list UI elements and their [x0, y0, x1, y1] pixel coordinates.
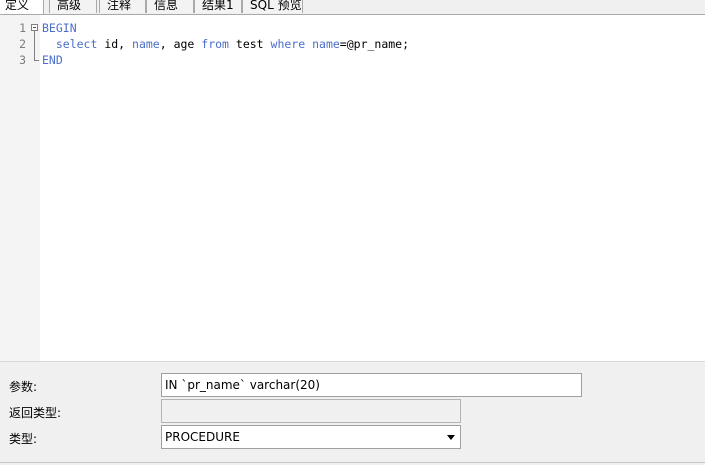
line-number: 3: [19, 53, 26, 67]
line-number: 2: [19, 37, 26, 51]
params-value: IN `pr_name` varchar(20): [165, 378, 320, 392]
type-select-value: PROCEDURE: [165, 430, 240, 444]
tab-label: 结果1: [202, 0, 234, 12]
code-line: select id, name, age from test where nam…: [42, 36, 409, 52]
type-label: 类型:: [9, 432, 38, 446]
fold-guide-line: [34, 31, 35, 60]
sql-keyword: from: [201, 37, 229, 51]
return-type-label: 返回类型:: [9, 406, 62, 420]
tab-label: 高级: [57, 0, 82, 12]
dropdown-arrow-icon[interactable]: [447, 435, 455, 440]
tab-comment[interactable]: 注释: [99, 0, 146, 13]
sql-editor[interactable]: 1 2 3 BEGIN select id, name, age from te…: [0, 15, 705, 361]
tab-advanced[interactable]: 高级: [49, 0, 97, 13]
tab-label: 注释: [107, 0, 132, 12]
sql-keyword: name: [312, 37, 340, 51]
return-type-input: [161, 399, 461, 423]
sql-text: , age: [159, 37, 202, 51]
tab-definition[interactable]: 定义: [0, 0, 44, 14]
sql-keyword: END: [42, 53, 63, 67]
line-number: 1: [19, 21, 26, 35]
sql-keyword: BEGIN: [42, 21, 77, 35]
type-select[interactable]: PROCEDURE: [161, 425, 461, 449]
code-line: BEGIN: [42, 20, 77, 36]
tab-info[interactable]: 信息: [146, 0, 194, 13]
code-line: END: [42, 52, 63, 68]
sql-keyword: select: [55, 37, 98, 51]
sql-text: test: [228, 37, 271, 51]
sql-text: =@pr_name;: [339, 37, 410, 51]
fold-collapse-icon[interactable]: [31, 24, 38, 31]
routine-properties-panel: 参数: IN `pr_name` varchar(20) 返回类型: 类型: P…: [0, 361, 705, 465]
fold-guide-end: [34, 60, 39, 61]
sql-keyword: name: [132, 37, 160, 51]
tab-result1[interactable]: 结果1: [194, 0, 242, 13]
tab-sql-preview[interactable]: SQL 预览: [242, 0, 303, 13]
sql-text: id,: [97, 37, 133, 51]
params-input[interactable]: IN `pr_name` varchar(20): [161, 373, 582, 397]
line-number-gutter: 1 2 3: [0, 15, 40, 361]
tab-bar: 定义 高级 注释 信息 结果1 SQL 预览: [0, 0, 705, 15]
tab-label: 定义: [5, 0, 30, 12]
sql-keyword: where: [270, 37, 306, 51]
tab-label: 信息: [154, 0, 179, 12]
status-bar: [0, 462, 705, 466]
tab-label: SQL 预览: [250, 0, 302, 12]
params-label: 参数:: [9, 380, 38, 394]
